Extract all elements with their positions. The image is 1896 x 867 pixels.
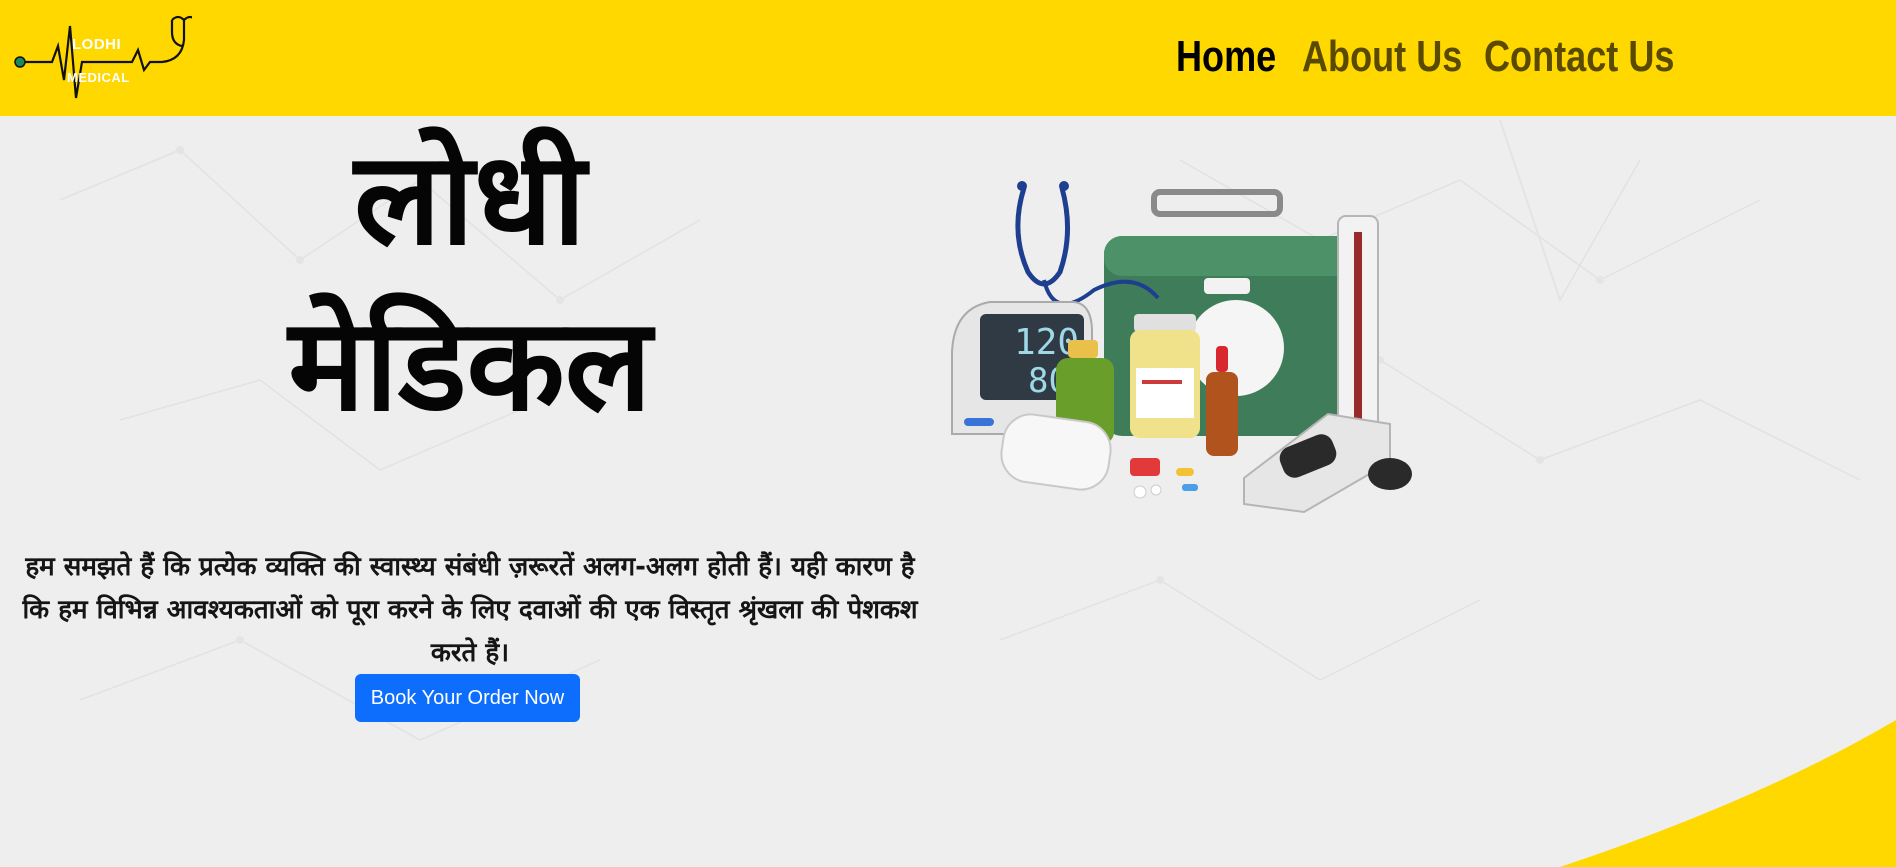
logo-text-line2: MEDICAL [67,70,130,85]
nav-link-contact-us[interactable]: Contact Us [1484,32,1674,82]
top-navbar: LODHI MEDICAL Home About Us Contact Us [0,0,1896,116]
hero-title-line2: मेडिकल [288,291,652,440]
pill-jar-icon [1130,314,1200,438]
hero-section: लोधी मेडिकल हम समझते हैं कि प्रत्येक व्य… [0,116,940,736]
main-nav: Home About Us Contact Us [1176,24,1682,90]
nav-link-home[interactable]: Home [1176,32,1276,82]
nav-link-about-us[interactable]: About Us [1302,32,1462,82]
stethoscope-heartbeat-icon [14,15,192,99]
hero-tagline: हम समझते हैं कि प्रत्येक व्यक्ति की स्वा… [22,552,918,668]
hero-title-line1: लोधी [354,125,586,274]
logo-text-line1: LODHI [72,36,122,53]
book-order-button[interactable]: Book Your Order Now [355,674,580,722]
medical-supplies-illustration: 120 80 [951,181,1412,514]
brand-logo[interactable]: LODHI MEDICAL [12,10,192,102]
